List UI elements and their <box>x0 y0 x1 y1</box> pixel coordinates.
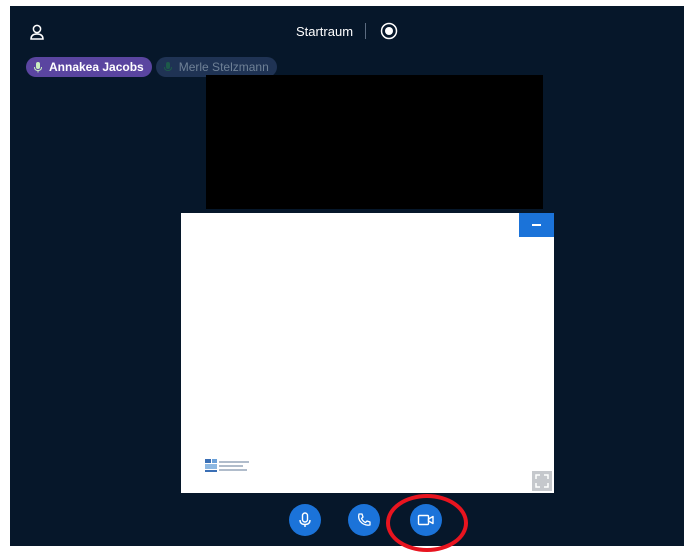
fullscreen-icon <box>535 474 549 488</box>
presentation-area <box>181 213 554 493</box>
header-divider <box>365 23 367 39</box>
participant-name: Merle Stelzmann <box>178 60 269 74</box>
participant-chip-talking[interactable]: Annakea Jacobs <box>26 57 152 77</box>
slide-logo <box>205 459 249 472</box>
participant-name: Annakea Jacobs <box>49 60 144 74</box>
minimize-presentation-button[interactable] <box>519 213 554 237</box>
record-icon <box>380 22 398 40</box>
talking-indicator: Annakea Jacobs Merle Stelzmann <box>26 57 277 77</box>
microphone-icon <box>163 62 172 72</box>
conference-app: Startraum Annakea Jacobs Merle Stelzmann <box>10 6 684 546</box>
microphone-icon <box>34 62 42 73</box>
microphone-icon <box>299 512 311 527</box>
room-title: Startraum <box>295 23 354 39</box>
leave-audio-button[interactable] <box>348 504 380 536</box>
room-header: Startraum <box>10 22 684 40</box>
record-button[interactable] <box>380 22 398 40</box>
phone-icon <box>358 513 371 526</box>
minimize-icon <box>532 224 541 226</box>
highlight-ring <box>386 494 468 552</box>
participant-chip-muted[interactable]: Merle Stelzmann <box>155 57 277 77</box>
action-bar <box>10 504 684 540</box>
mute-button[interactable] <box>289 504 321 536</box>
fullscreen-button[interactable] <box>532 471 552 491</box>
webcam-video <box>206 75 543 209</box>
